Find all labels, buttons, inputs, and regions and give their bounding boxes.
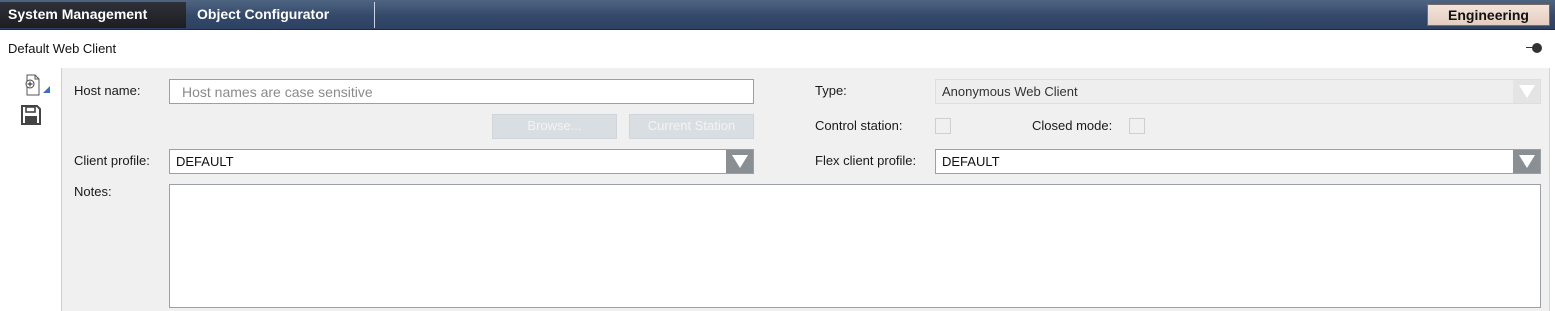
save-icon[interactable] bbox=[20, 104, 42, 126]
tab-system-management[interactable]: System Management bbox=[0, 2, 186, 28]
top-nav-bar: System Management Object Configurator En… bbox=[0, 0, 1555, 30]
current-station-button[interactable]: Current Station bbox=[629, 114, 754, 139]
title-strip: Default Web Client bbox=[0, 30, 1555, 68]
type-select[interactable]: Anonymous Web Client bbox=[935, 79, 1541, 104]
host-name-input[interactable] bbox=[169, 79, 754, 104]
tab-object-configurator[interactable]: Object Configurator bbox=[187, 2, 375, 28]
flex-client-profile-value: DEFAULT bbox=[942, 154, 1000, 169]
chevron-down-icon[interactable] bbox=[726, 150, 753, 173]
control-station-label: Control station: bbox=[815, 118, 903, 133]
host-name-label: Host name: bbox=[74, 83, 141, 98]
browse-button[interactable]: Browse... bbox=[492, 114, 617, 139]
type-label: Type: bbox=[815, 83, 847, 98]
closed-mode-checkbox[interactable] bbox=[1129, 118, 1145, 134]
flex-client-profile-label: Flex client profile: bbox=[815, 153, 917, 168]
closed-mode-label: Closed mode: bbox=[1032, 118, 1113, 133]
client-profile-label: Client profile: bbox=[74, 153, 150, 168]
left-toolbar bbox=[0, 68, 62, 311]
client-profile-value: DEFAULT bbox=[176, 154, 234, 169]
chevron-down-icon[interactable] bbox=[1513, 150, 1540, 173]
notes-textarea[interactable] bbox=[169, 184, 1541, 308]
scrollbar-track[interactable] bbox=[1549, 68, 1555, 311]
page-title: Default Web Client bbox=[8, 41, 117, 56]
flex-client-profile-select[interactable]: DEFAULT bbox=[935, 149, 1541, 174]
notes-label: Notes: bbox=[74, 184, 112, 199]
engineering-mode-button[interactable]: Engineering bbox=[1427, 4, 1550, 26]
control-station-checkbox[interactable] bbox=[935, 118, 951, 134]
chevron-down-icon[interactable] bbox=[1513, 80, 1540, 103]
type-value: Anonymous Web Client bbox=[942, 84, 1078, 99]
client-profile-select[interactable]: DEFAULT bbox=[169, 149, 754, 174]
new-object-icon[interactable] bbox=[24, 74, 54, 96]
pin-icon[interactable] bbox=[1526, 42, 1542, 54]
